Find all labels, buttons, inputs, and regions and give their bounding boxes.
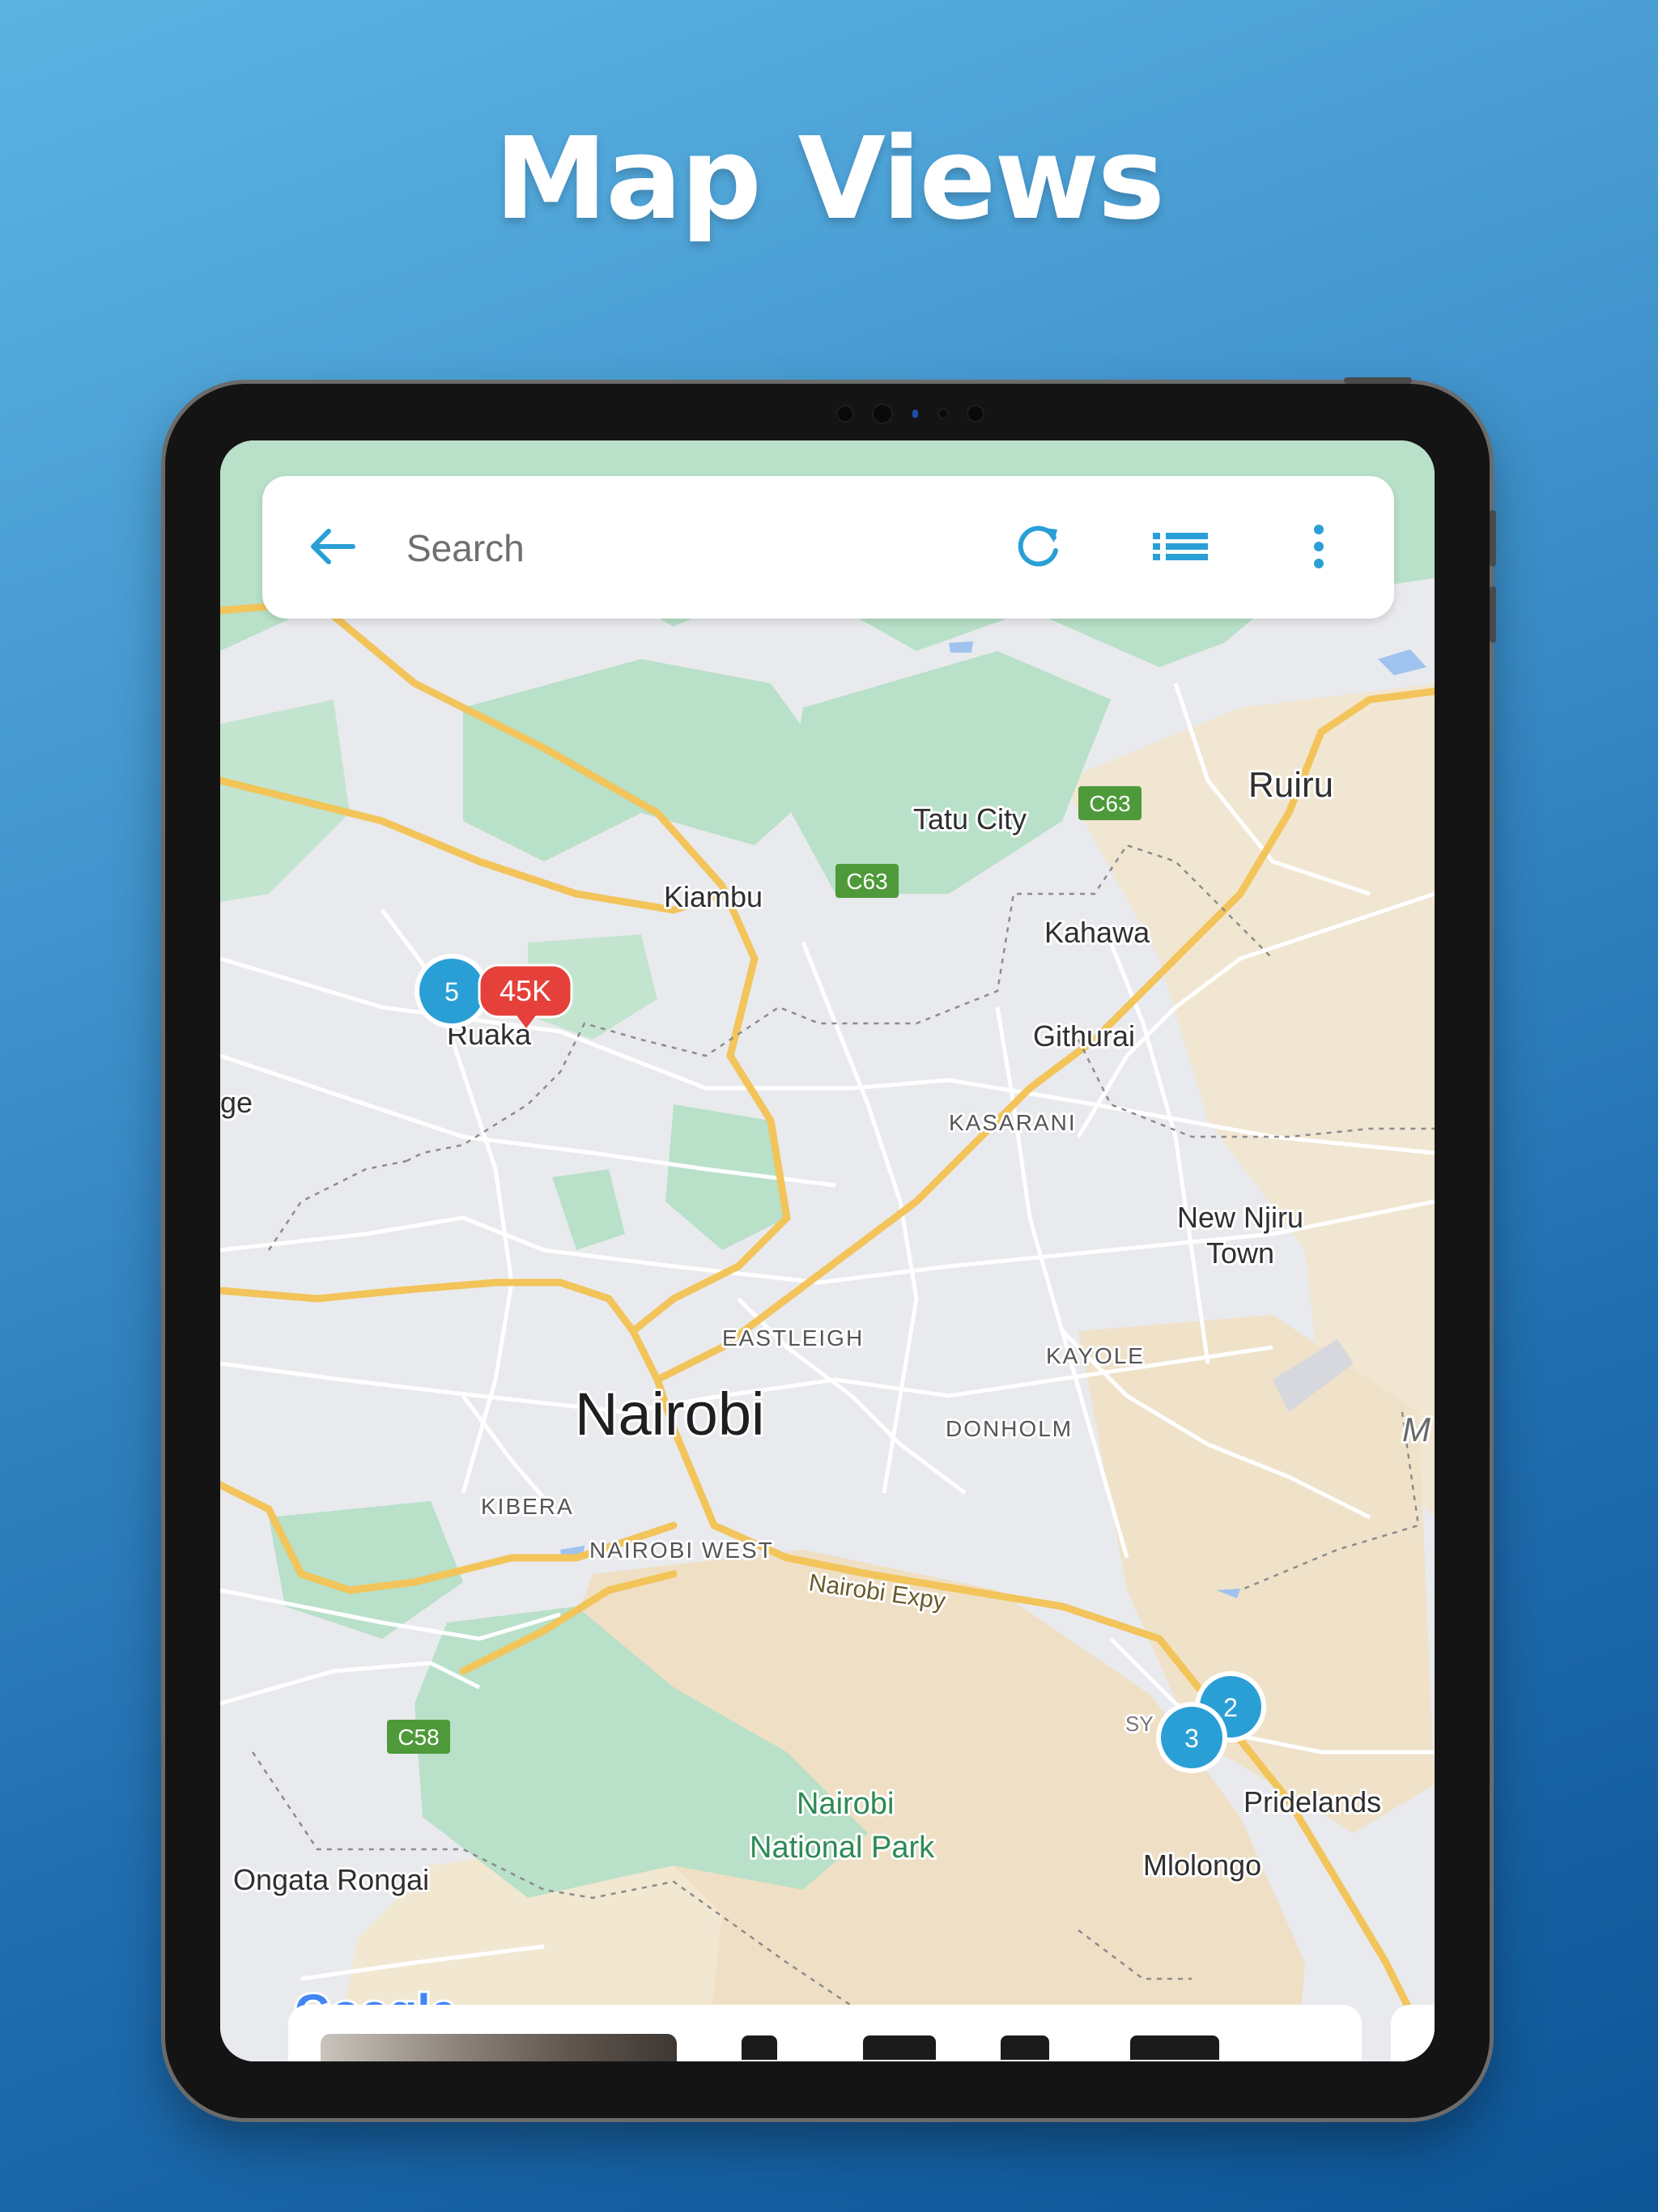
map-label-nairobi: Nairobi (575, 1380, 764, 1448)
search-bar (262, 476, 1394, 619)
map-label-kasarani: KASARANI (949, 1110, 1077, 1135)
search-input[interactable] (405, 517, 975, 580)
listing-card-next-peek[interactable] (1391, 2005, 1435, 2061)
camera-bar (732, 402, 1088, 426)
svg-text:C63: C63 (1089, 791, 1130, 816)
road-shield-c58: C58 (387, 1720, 450, 1754)
svg-text:C63: C63 (846, 869, 887, 894)
map-label-ge: ge (220, 1086, 253, 1119)
map-water (949, 641, 973, 653)
map-label-eastleigh: EASTLEIGH (722, 1325, 864, 1351)
map-label-kayole: KAYOLE (1046, 1343, 1145, 1368)
svg-text:5: 5 (444, 977, 459, 1006)
svg-text:3: 3 (1184, 1724, 1199, 1753)
map-label-tatu-city: Tatu City (913, 802, 1027, 836)
map-label-nairobi-west: NAIROBI WEST (589, 1538, 774, 1563)
sensor-dot (837, 406, 852, 421)
tablet-volume-down-button (1490, 586, 1496, 643)
svg-text:C58: C58 (397, 1725, 439, 1750)
camera-indicator-light (912, 410, 918, 418)
map-label-kibera: KIBERA (481, 1494, 574, 1519)
tablet-volume-up-button (1490, 510, 1496, 567)
arrow-left-icon[interactable] (306, 520, 359, 577)
map-label-githurai: Githurai (1033, 1019, 1135, 1053)
svg-text:45K: 45K (500, 974, 551, 1007)
cluster-marker-ruaka[interactable]: 5 (414, 954, 489, 1028)
refresh-icon[interactable] (1012, 520, 1065, 577)
svg-text:2: 2 (1223, 1693, 1238, 1722)
sensor-dot (938, 410, 947, 418)
sensor-dot (967, 406, 983, 421)
listing-title-peek (742, 2035, 1260, 2061)
app-screen: C63 C63 C58 Ruiru Tatu City Kiambu Kahaw… (220, 440, 1435, 2061)
map-label-donholm: DONHOLM (946, 1416, 1073, 1441)
map-label-new-njiru-town: Town (1206, 1236, 1274, 1270)
map-label-new-njiru: New Njiru (1177, 1201, 1303, 1234)
map-label-national-park: National Park (750, 1831, 935, 1865)
tablet-device-frame: C63 C63 C58 Ruiru Tatu City Kiambu Kahaw… (165, 377, 1496, 2118)
map-label-ruiru: Ruiru (1248, 765, 1333, 805)
road-shield-c63-b: C63 (835, 864, 899, 898)
map-label-kiambu: Kiambu (664, 880, 763, 913)
listing-thumbnail (321, 2034, 677, 2061)
map-label-ongata-rongai: Ongata Rongai (233, 1863, 429, 1896)
page-headline: Map Views (494, 113, 1165, 245)
map-label-kahawa: Kahawa (1044, 916, 1150, 949)
listing-card-peek[interactable] (288, 2005, 1362, 2061)
map-label-m: M (1402, 1410, 1431, 1448)
map-label-sy: SY (1125, 1712, 1154, 1736)
map-label-nairobi-park: Nairobi (797, 1787, 894, 1821)
list-view-icon[interactable] (1150, 520, 1211, 577)
map-view[interactable]: C63 C63 C58 Ruiru Tatu City Kiambu Kahaw… (220, 440, 1435, 2061)
camera-lens (873, 405, 891, 423)
cluster-marker-south-b[interactable]: 3 (1156, 1702, 1227, 1773)
map-label-mlolongo: Mlolongo (1143, 1848, 1261, 1882)
road-shield-c63-a: C63 (1078, 786, 1141, 820)
tablet-top-button (1344, 377, 1412, 384)
map-label-pridelands: Pridelands (1244, 1785, 1381, 1819)
more-vert-icon[interactable] (1307, 520, 1331, 577)
